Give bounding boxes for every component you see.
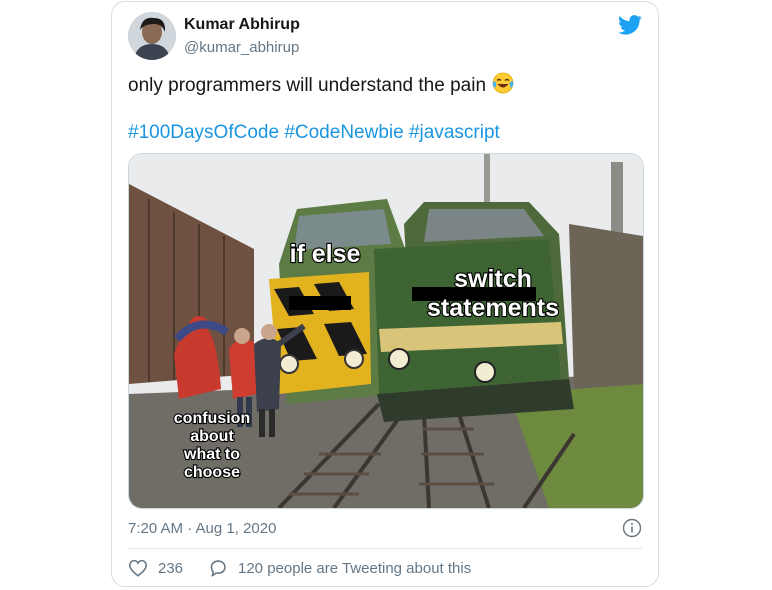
- train-crash-meme: if else switch statements confusion abou…: [129, 154, 643, 508]
- label-if-else: if else: [290, 240, 361, 268]
- tweet-timestamp[interactable]: 7:20 AM · Aug 1, 2020: [128, 520, 276, 537]
- twitter-bird-icon[interactable]: [618, 14, 642, 36]
- label-confusion: confusion: [174, 410, 250, 427]
- chimney: [611, 162, 623, 242]
- label-what-to: what to: [183, 446, 240, 463]
- author-name[interactable]: Kumar Abhirup: [184, 16, 300, 34]
- avatar-photo: [128, 12, 176, 60]
- label-switch: switch: [454, 265, 532, 293]
- tweet-body: only programmers will understand the pai…: [128, 75, 487, 96]
- hashtag-javascript[interactable]: #javascript: [409, 122, 500, 143]
- hashtag-codenewbie[interactable]: #CodeNewbie: [284, 122, 403, 143]
- author-handle[interactable]: @kumar_abhirup: [184, 39, 299, 56]
- face-with-tears-of-joy-icon: [492, 72, 514, 100]
- info-icon[interactable]: [622, 518, 642, 538]
- label-about: about: [190, 428, 234, 445]
- label-statements: statements: [427, 294, 559, 322]
- like-count: 236: [158, 559, 184, 577]
- left-train-lamp: [344, 349, 364, 369]
- heart-icon: [129, 559, 147, 577]
- avatar[interactable]: [128, 12, 176, 60]
- right-train-lamp: [388, 348, 410, 370]
- label-choose: choose: [184, 464, 240, 481]
- right-train-lamp: [474, 361, 496, 383]
- right-wagon: [569, 224, 643, 389]
- divider: [128, 548, 642, 549]
- censor-bar: [289, 296, 351, 310]
- tweet-text: only programmers will understand the pai…: [128, 72, 514, 100]
- meme-image[interactable]: if else switch statements confusion abou…: [128, 153, 644, 509]
- like-button[interactable]: 236: [128, 559, 183, 577]
- hashtag-list: #100DaysOfCode #CodeNewbie #javascript: [128, 122, 500, 144]
- hashtag-100daysofcode[interactable]: #100DaysOfCode: [128, 122, 279, 143]
- speech-bubble-icon: [210, 560, 226, 577]
- conversation-link[interactable]: 120 people are Tweeting about this: [208, 559, 471, 577]
- conversation-text: 120 people are Tweeting about this: [238, 559, 472, 577]
- tweet-card: Kumar Abhirup @kumar_abhirup only progra…: [111, 1, 659, 587]
- left-train-lamp: [279, 354, 299, 374]
